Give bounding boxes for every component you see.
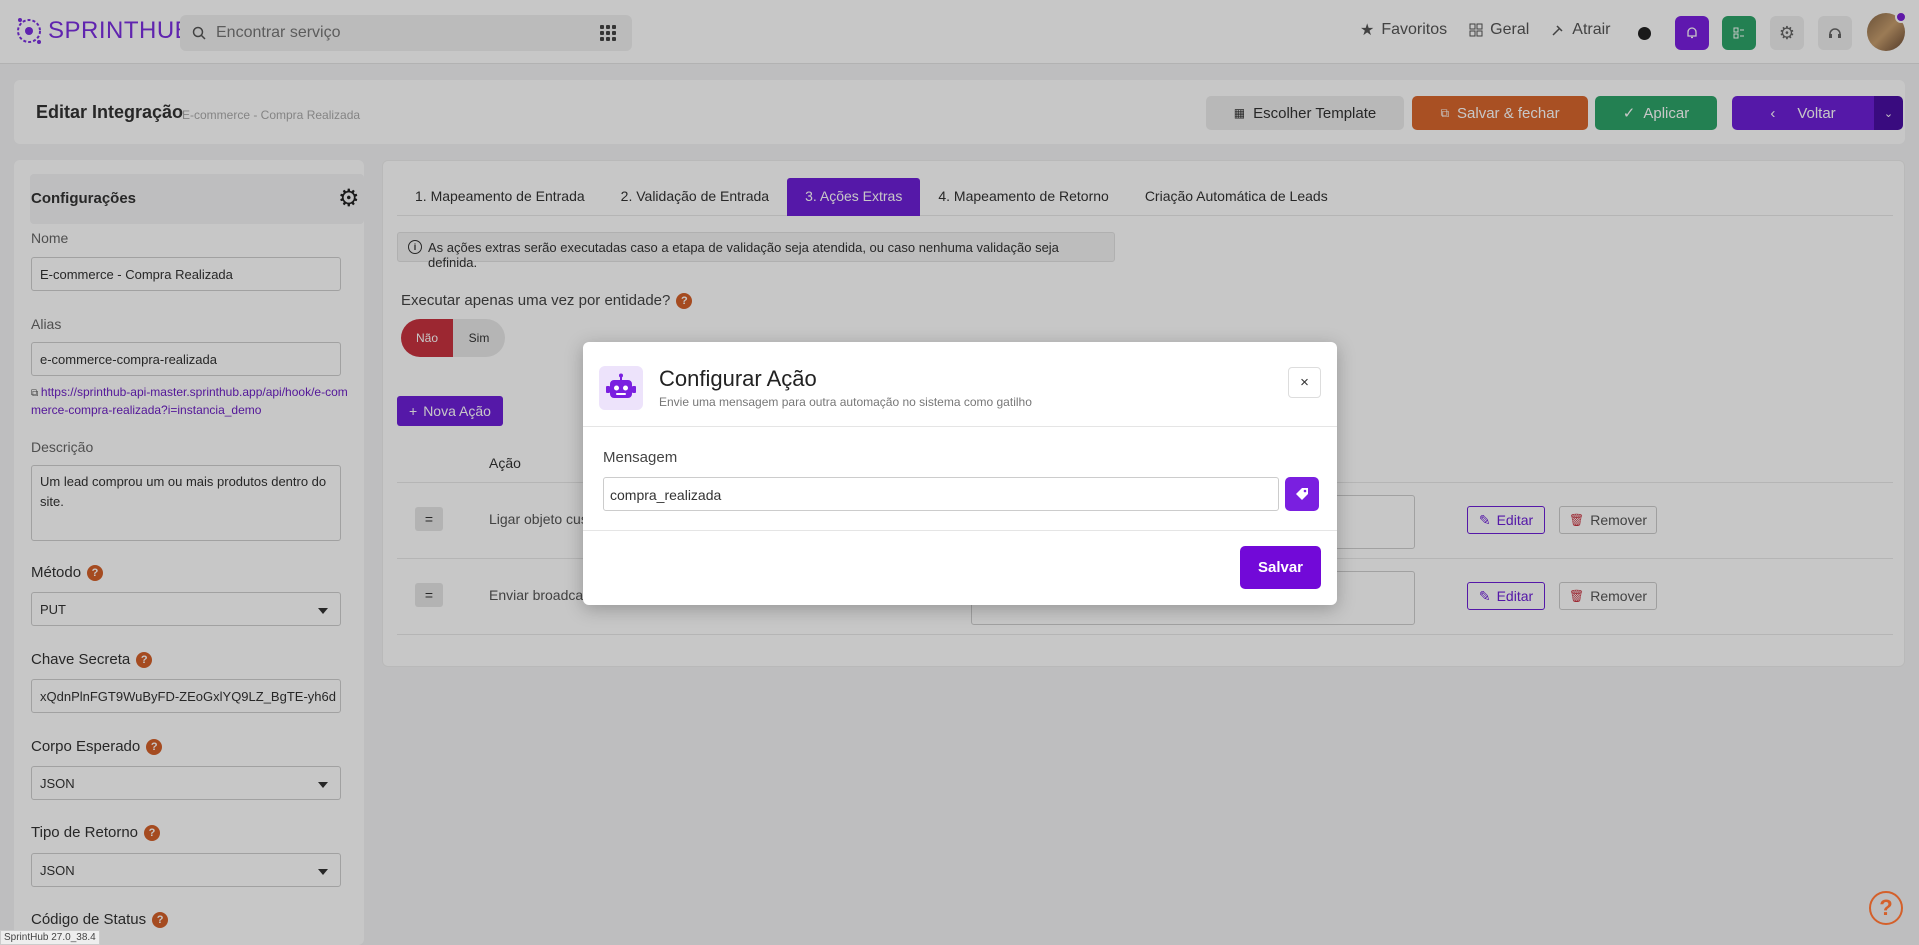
modal-header: Configurar Ação Envie uma mensagem para … — [583, 342, 1337, 427]
message-input[interactable]: compra_realizada — [603, 477, 1279, 511]
tag-button[interactable] — [1285, 477, 1319, 511]
modal-subtitle: Envie uma mensagem para outra automação … — [659, 395, 1032, 409]
version-label: SprintHub 27.0_38.4 — [0, 930, 100, 945]
robot-icon — [599, 366, 643, 410]
help-fab-icon[interactable]: ? — [1869, 891, 1903, 925]
configure-action-modal: Configurar Ação Envie uma mensagem para … — [583, 342, 1337, 605]
save-button[interactable]: Salvar — [1240, 546, 1321, 589]
modal-divider — [583, 530, 1337, 531]
modal-title: Configurar Ação — [659, 366, 817, 391]
close-icon: × — [1300, 374, 1309, 391]
message-label: Mensagem — [603, 449, 678, 466]
close-button[interactable]: × — [1288, 367, 1321, 398]
tag-icon — [1296, 488, 1308, 500]
